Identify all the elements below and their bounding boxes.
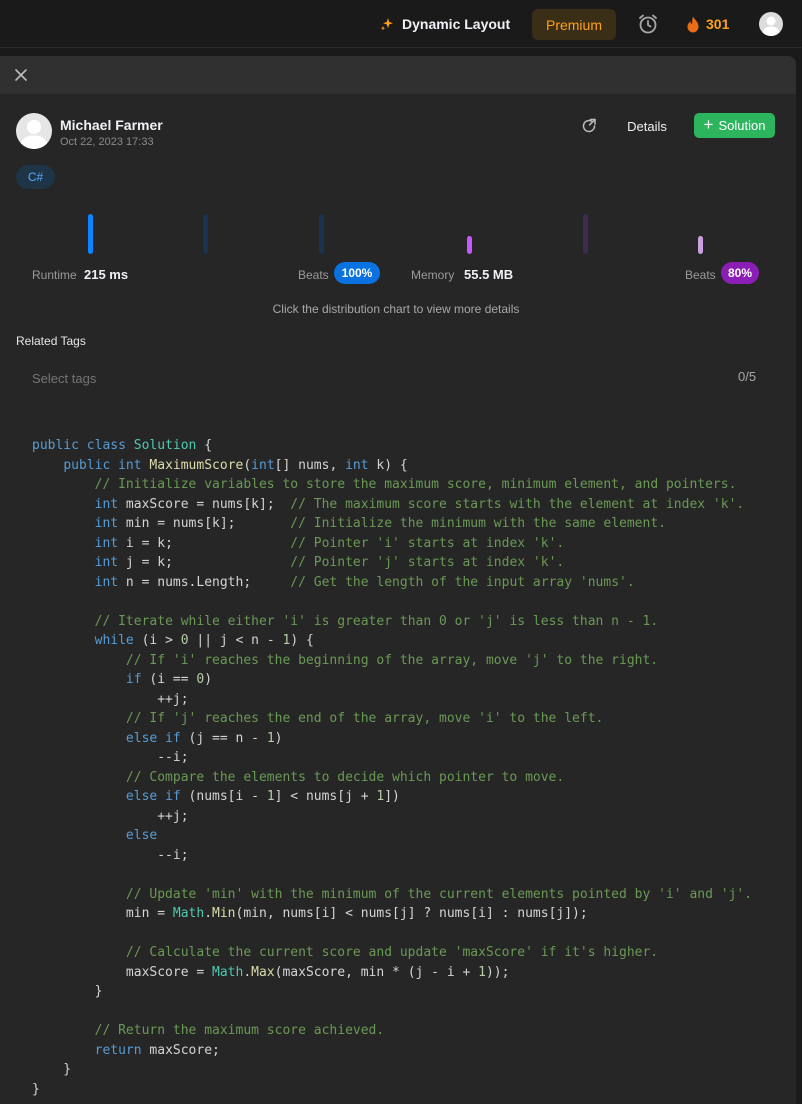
top-navbar: Dynamic Layout Premium 301 [0, 0, 802, 48]
code-line: // Update 'min' with the minimum of the … [125, 886, 753, 902]
premium-label: Premium [545, 16, 602, 33]
code-line: // If 'j' reaches the end of the array, … [125, 711, 604, 726]
code-line: ​ [32, 592, 792, 612]
profile-avatar[interactable] [759, 12, 783, 36]
runtime-bar[interactable] [319, 214, 324, 254]
streak-count: 301 [706, 16, 730, 32]
memory-bar[interactable] [698, 236, 703, 254]
submission-panel: Michael Farmer Oct 22, 2023 17:33 Detail… [0, 56, 796, 1104]
details-button[interactable]: Details [620, 114, 674, 138]
code-line: ​ [32, 924, 792, 944]
code-line: int min = nums[k]; // Initialize the min… [94, 516, 666, 531]
code-line: ​ [32, 865, 792, 885]
code-line: int i = k; // Pointer 'i' starts at inde… [94, 535, 565, 551]
runtime-beats-value: 100% [341, 266, 373, 280]
share-icon[interactable] [581, 118, 597, 134]
premium-button[interactable]: Premium [532, 9, 616, 40]
alarm-clock-icon[interactable] [637, 13, 659, 35]
details-label: Details [627, 118, 667, 134]
code-line: // Iterate while either 'i' is greater t… [94, 613, 659, 629]
author-avatar[interactable] [16, 113, 52, 149]
code-line: min = Math.Min(min, nums[i] < nums[j] ? … [32, 906, 588, 921]
code-block[interactable]: public class Solution { public int Maxim… [32, 436, 792, 1099]
post-solution-button[interactable]: + Solution [694, 113, 775, 138]
language-badge: C# [16, 165, 55, 189]
code-line: // Return the maximum score achieved. [94, 1023, 385, 1038]
dynamic-layout-button[interactable]: Dynamic Layout [380, 14, 510, 34]
language-label: C# [27, 170, 44, 184]
memory-beats-label: Beats [685, 268, 716, 282]
memory-label: Memory [411, 268, 455, 282]
code-line: // Compare the elements to decide which … [125, 769, 565, 785]
code-line: } [32, 1062, 72, 1077]
code-line: while (i > 0 || j < n - 1) { [94, 633, 314, 648]
code-line: ​ [32, 1002, 792, 1022]
code-line: int maxScore = nums[k]; // The maximum s… [94, 496, 745, 512]
code-line: maxScore = Math.Max(maxScore, min * (j -… [32, 964, 510, 980]
code-line: public class Solution { [32, 438, 213, 453]
runtime-beats-badge: 100% [334, 262, 380, 284]
code-line: else [125, 828, 158, 843]
code-line: int n = nums.Length; // Get the length o… [94, 574, 635, 590]
related-tags-label: Related Tags [16, 334, 86, 348]
memory-value: 55.5 MB [464, 267, 514, 282]
author-name[interactable]: Michael Farmer [60, 117, 163, 133]
code-line: ++j; [32, 808, 189, 824]
runtime-bar[interactable] [203, 214, 208, 254]
code-line: int j = k; // Pointer 'j' starts at inde… [94, 555, 565, 570]
runtime-beats-label: Beats [298, 268, 329, 282]
code-line: public int MaximumScore(int[] nums, int … [63, 457, 408, 473]
tags-count: 0/5 [738, 369, 757, 384]
memory-bar[interactable] [583, 214, 588, 254]
code-line: // Calculate the current score and updat… [125, 945, 659, 960]
memory-beats-value: 80% [727, 266, 753, 280]
code-line: --i; [32, 750, 189, 765]
panel-header [0, 56, 796, 94]
fire-icon [687, 16, 699, 32]
code-line: } [32, 984, 103, 999]
code-line: else if (nums[i - 1] < nums[j + 1]) [125, 789, 400, 804]
dynamic-layout-label: Dynamic Layout [402, 16, 511, 32]
submission-date: Oct 22, 2023 17:33 [60, 136, 154, 148]
code-line: --i; [32, 847, 189, 863]
code-line: if (i == 0) [125, 672, 213, 687]
sparkle-icon [380, 18, 393, 31]
memory-beats-badge: 80% [721, 262, 759, 284]
code-line: ++j; [32, 691, 189, 707]
solution-label: Solution [718, 118, 766, 133]
distribution-hint: Click the distribution chart to view mor… [272, 302, 520, 316]
plus-icon: + [703, 115, 714, 134]
user-silhouette-icon [762, 16, 780, 36]
memory-bar-current[interactable] [467, 236, 472, 254]
close-icon[interactable] [14, 68, 28, 82]
tags-input[interactable] [32, 369, 592, 387]
runtime-bar-current[interactable] [88, 214, 93, 254]
runtime-value: 215 ms [84, 267, 129, 282]
code-line: // If 'i' reaches the beginning of the a… [125, 652, 659, 668]
user-silhouette-icon [20, 120, 48, 149]
code-line: // Initialize variables to store the max… [94, 477, 737, 492]
streak-counter[interactable]: 301 [686, 14, 729, 34]
code-line: return maxScore; [94, 1042, 220, 1058]
code-line: else if (j == n - 1) [125, 730, 283, 746]
code-line: } [32, 1081, 40, 1097]
runtime-label: Runtime [32, 268, 77, 282]
